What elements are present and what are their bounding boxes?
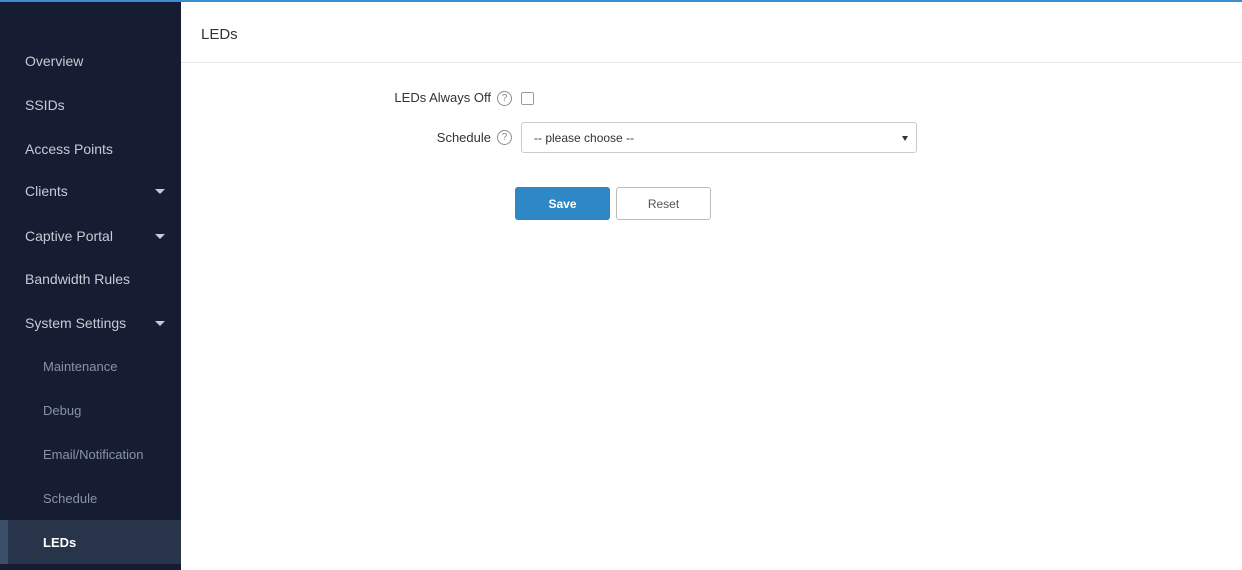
chevron-down-icon (155, 234, 165, 239)
sidebar-item-label: Overview (25, 53, 84, 69)
sidebar-subitem-maintenance[interactable]: Maintenance (0, 344, 181, 388)
sidebar-item-system-settings[interactable]: System Settings (0, 301, 181, 345)
sidebar-item-ssids[interactable]: SSIDs (0, 83, 181, 127)
sidebar-item-label: Clients (25, 183, 68, 199)
dropdown-arrow-icon (902, 136, 908, 141)
help-icon[interactable]: ? (497, 130, 512, 145)
sidebar-item-label: Captive Portal (25, 228, 113, 244)
reset-button[interactable]: Reset (616, 187, 711, 220)
top-accent-line (0, 0, 1242, 2)
sidebar-item-label: System Settings (25, 315, 127, 331)
save-button[interactable]: Save (515, 187, 610, 220)
sidebar-subitem-label: Email/Notification (43, 446, 144, 462)
title-divider (181, 62, 1242, 63)
sidebar: Overview SSIDs Access Points Clients Cap… (0, 2, 181, 570)
schedule-select-value: -- please choose -- (534, 130, 635, 145)
sidebar-subitem-email-notification[interactable]: Email/Notification (0, 432, 181, 476)
leds-always-off-label: LEDs Always Off (394, 90, 491, 105)
sidebar-subitem-label: Maintenance (43, 358, 118, 374)
sidebar-item-access-points[interactable]: Access Points (0, 127, 181, 171)
sidebar-subitem-label: Schedule (43, 490, 98, 506)
sidebar-subitem-label: Debug (43, 402, 82, 418)
chevron-down-icon (155, 189, 165, 194)
schedule-select[interactable]: -- please choose -- (521, 122, 917, 153)
schedule-label: Schedule (436, 130, 491, 145)
sidebar-item-label: SSIDs (25, 97, 65, 113)
sidebar-subitem-leds[interactable]: LEDs (0, 520, 181, 564)
sidebar-subitem-schedule[interactable]: Schedule (0, 476, 181, 520)
chevron-down-icon (155, 321, 165, 326)
sidebar-subitem-debug[interactable]: Debug (0, 388, 181, 432)
sidebar-item-clients[interactable]: Clients (0, 169, 181, 213)
help-icon[interactable]: ? (497, 91, 512, 106)
page-title: LEDs (201, 26, 238, 43)
sidebar-subitem-label: LEDs (43, 534, 77, 550)
sidebar-item-bandwidth-rules[interactable]: Bandwidth Rules (0, 257, 181, 301)
sidebar-item-label: Bandwidth Rules (25, 271, 131, 287)
sidebar-item-overview[interactable]: Overview (0, 39, 181, 83)
sidebar-item-captive-portal[interactable]: Captive Portal (0, 214, 181, 258)
leds-always-off-checkbox[interactable] (521, 92, 534, 105)
sidebar-item-label: Access Points (25, 141, 113, 157)
